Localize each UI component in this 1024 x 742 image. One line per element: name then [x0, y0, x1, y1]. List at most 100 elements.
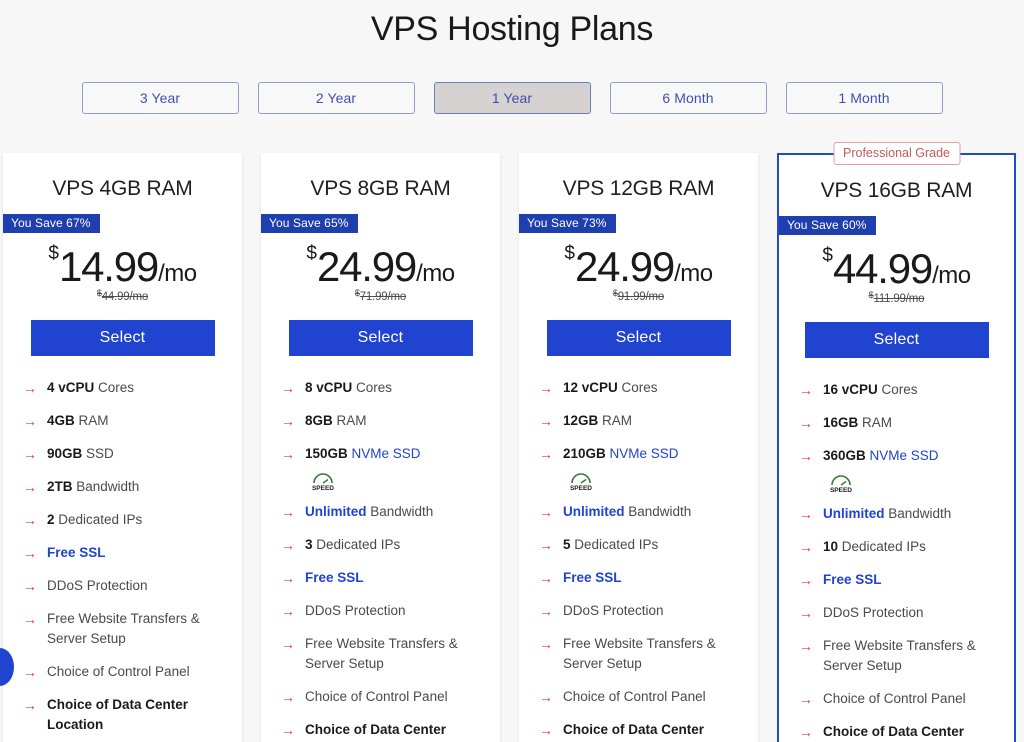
feature-value: 12GB — [563, 413, 599, 428]
feature-label: Free Website Transfers & Server Setup — [305, 636, 458, 671]
price-currency: $ — [564, 243, 575, 264]
feature-value: 16GB — [823, 415, 859, 430]
feature-value: Free SSL — [47, 545, 106, 560]
feature-value: 4 vCPU — [47, 380, 95, 395]
feature-label: Choice of Control Panel — [823, 691, 966, 706]
feature-item: → 5 Dedicated IPs — [539, 535, 744, 555]
feature-label: Choice of Control Panel — [47, 664, 190, 679]
feature-value: 2TB — [47, 479, 73, 494]
arrow-right-icon: → — [281, 689, 295, 705]
price-period: /mo — [932, 262, 971, 289]
plan-original-price: $111.99/mo — [779, 290, 1014, 305]
feature-label: Dedicated IPs — [312, 537, 401, 552]
feature-value: 8 vCPU — [305, 380, 353, 395]
feature-value: Free SSL — [305, 570, 364, 585]
arrow-right-icon: → — [281, 603, 295, 619]
feature-label: Choice of Control Panel — [563, 689, 706, 704]
feature-item: → Unlimited Bandwidth — [539, 502, 744, 522]
speed-badge-icon: SPEED — [827, 472, 855, 494]
savings-badge: You Save 65% — [261, 214, 358, 233]
feature-label: Free Website Transfers & Server Setup — [823, 638, 976, 673]
feature-value: Free SSL — [563, 570, 622, 585]
feature-label: Dedicated IPs — [54, 512, 143, 527]
plan-cards: VPS 4GB RAM You Save 67% $14.99/mo $44.99/m… — [3, 142, 1016, 742]
feature-text: Free Website Transfers & Server Setup — [823, 636, 1000, 676]
price-amount: 44.99 — [832, 245, 933, 292]
plan-price: $44.99/mo — [779, 245, 1014, 293]
arrow-right-icon: → — [539, 413, 553, 429]
price-amount: 24.99 — [574, 243, 675, 290]
arrow-right-icon: → — [23, 664, 37, 680]
arrow-right-icon: → — [281, 537, 295, 553]
feature-item: → Free SSL — [539, 568, 744, 588]
feature-item: → Free Website Transfers & Server Setup — [799, 636, 1000, 676]
feature-label: Dedicated IPs — [570, 537, 659, 552]
feature-item: → Free SSL — [799, 570, 1000, 590]
feature-label: DDoS Protection — [305, 603, 406, 618]
feature-text: DDoS Protection — [305, 601, 406, 621]
plan-card: VPS 8GB RAM You Save 65% $24.99/mo $71.99/m… — [261, 153, 500, 742]
term-tab-3-year[interactable]: 3 Year — [81, 82, 239, 114]
plan-original-price: $44.99/mo — [3, 288, 242, 303]
feature-item: → Free SSL — [23, 543, 228, 563]
feature-item: → 150GB NVMe SSD — [281, 444, 486, 464]
arrow-right-icon: → — [23, 512, 37, 528]
select-button[interactable]: Select — [30, 320, 215, 356]
term-tab-1-month[interactable]: 1 Month — [785, 82, 943, 114]
feature-item: → DDoS Protection — [539, 601, 744, 621]
feature-value: 150GB — [305, 446, 348, 461]
feature-item: → Choice of Data Center Location — [799, 722, 1000, 742]
arrow-right-icon: → — [23, 479, 37, 495]
svg-text:SPEED: SPEED — [312, 485, 334, 492]
feature-text: DDoS Protection — [563, 601, 664, 621]
plan-card: VPS 4GB RAM You Save 67% $14.99/mo $44.99/m… — [3, 153, 242, 742]
feature-label: NVMe SSD — [347, 446, 421, 461]
arrow-right-icon: → — [799, 415, 813, 431]
arrow-right-icon: → — [799, 605, 813, 621]
plan-price: $24.99/mo — [261, 243, 500, 291]
feature-item: → Unlimited Bandwidth — [281, 502, 486, 522]
arrow-right-icon: → — [23, 578, 37, 594]
feature-value: 5 — [563, 537, 571, 552]
feature-value: 210GB — [563, 446, 606, 461]
feature-label: DDoS Protection — [823, 605, 924, 620]
feature-text: 8 vCPU Cores — [305, 378, 392, 398]
feature-text: Free SSL — [305, 568, 364, 588]
feature-label: Dedicated IPs — [838, 539, 926, 554]
plan-original-price: $71.99/mo — [261, 288, 500, 303]
arrow-right-icon: → — [799, 724, 813, 740]
savings-badge: You Save 60% — [779, 216, 876, 235]
feature-text: 5 Dedicated IPs — [563, 535, 658, 555]
plan-card: Professional Grade VPS 16GB RAM You Save 6… — [777, 142, 1016, 742]
feature-text: Choice of Control Panel — [47, 662, 190, 682]
arrow-right-icon: → — [281, 413, 295, 429]
plan-title: VPS 16GB RAM — [820, 179, 973, 202]
pricing-page: VPS Hosting Plans 3 Year 2 Year 1 Year 6 Mo… — [0, 0, 1024, 742]
feature-text: Free Website Transfers & Server Setup — [305, 634, 486, 674]
page-title: VPS Hosting Plans — [370, 10, 654, 48]
select-button[interactable]: Select — [288, 320, 473, 356]
term-tab-2-year[interactable]: 2 Year — [257, 82, 415, 114]
term-tab-6-month[interactable]: 6 Month — [609, 82, 767, 114]
feature-item: → 8GB RAM — [281, 411, 486, 431]
feature-value: Unlimited — [305, 504, 367, 519]
term-tab-1-year[interactable]: 1 Year — [433, 82, 591, 114]
feature-text: Free SSL — [823, 570, 882, 590]
feature-text: 90GB SSD — [47, 444, 114, 464]
svg-text:SPEED: SPEED — [570, 485, 592, 492]
feature-label: Choice of Data Center Location — [47, 697, 189, 732]
original-price-amount: 111.99/mo — [873, 293, 925, 305]
feature-label: RAM — [332, 413, 367, 428]
feature-text: Unlimited Bandwidth — [823, 504, 951, 524]
price-amount: 24.99 — [316, 243, 417, 290]
feature-label: Free Website Transfers & Server Setup — [563, 636, 716, 671]
feature-label: Cores — [617, 380, 658, 395]
feature-label: SSD — [82, 446, 114, 461]
select-button[interactable]: Select — [804, 322, 989, 358]
feature-label: Free Website Transfers & Server Setup — [47, 611, 200, 646]
original-price-amount: 91.99/mo — [617, 291, 665, 303]
select-button[interactable]: Select — [546, 320, 731, 356]
feature-list: → 16 vCPU Cores → 16GB RAM → 360GB NVMe SSD SP… — [779, 380, 1014, 742]
feature-text: Choice of Data Center Location — [305, 720, 486, 742]
feature-text: Choice of Data Center Location — [823, 722, 1000, 742]
